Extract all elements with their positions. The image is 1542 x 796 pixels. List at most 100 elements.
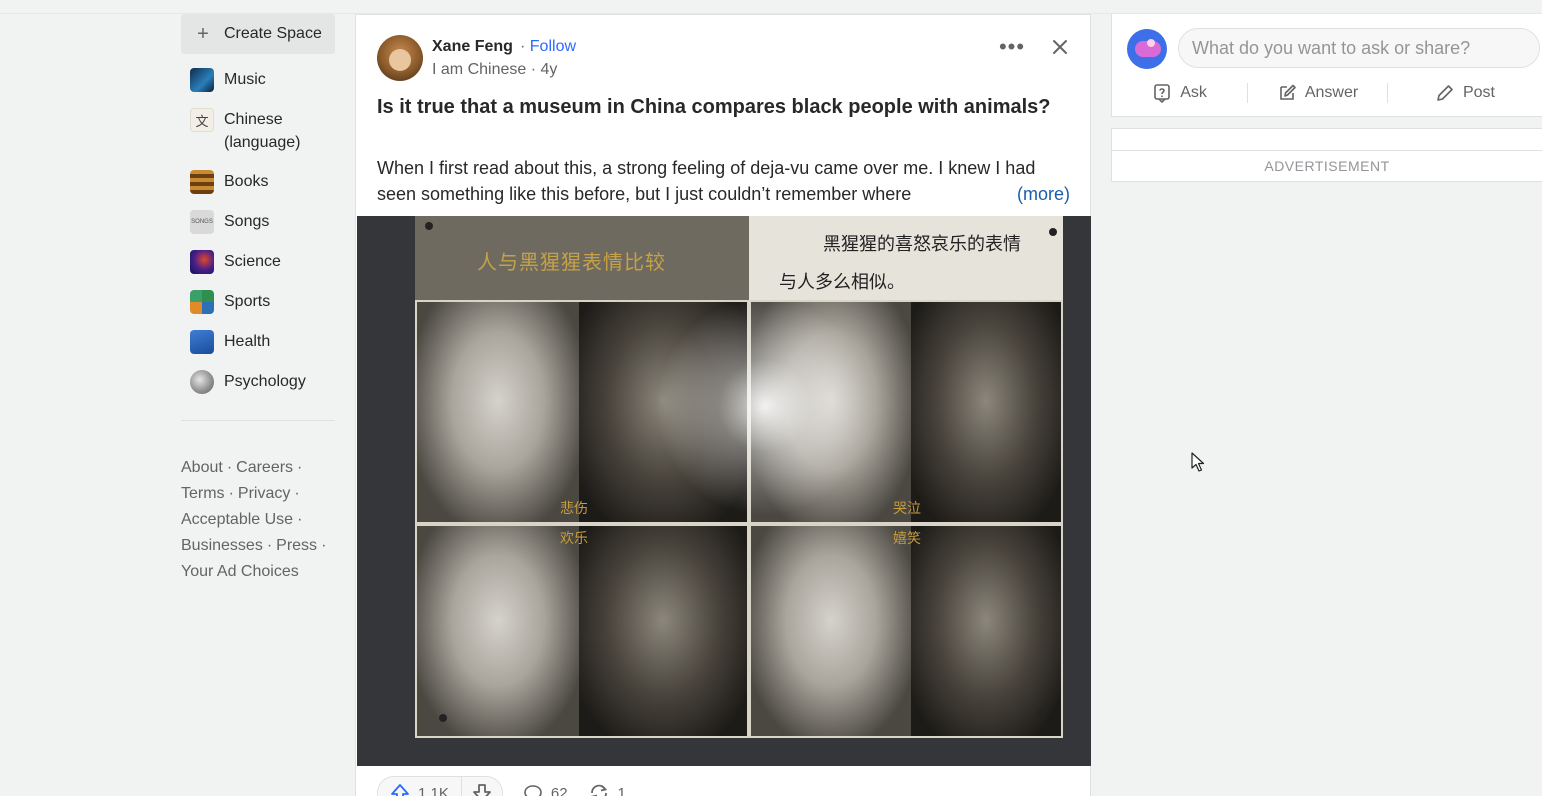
health-topic-icon: [190, 330, 214, 354]
answer-button[interactable]: Answer: [1248, 83, 1387, 103]
post-card: Xane Feng · Follow I am Chinese · 4y •••…: [355, 14, 1091, 796]
footer-acceptable-use-link[interactable]: Acceptable Use: [181, 511, 293, 528]
plus-icon: +: [197, 22, 209, 45]
follow-button[interactable]: Follow: [530, 38, 576, 55]
user-avatar[interactable]: [1127, 29, 1167, 69]
author-avatar[interactable]: [377, 35, 423, 81]
close-icon: [1053, 40, 1067, 54]
image-header-right: 黑猩猩的喜怒哀乐的表情 与人多么相似。: [749, 216, 1063, 300]
psychology-topic-icon: [190, 370, 214, 394]
ask-label: Ask: [1180, 84, 1207, 101]
image-header-right-line1: 黑猩猩的喜怒哀乐的表情: [823, 234, 1021, 255]
footer-privacy-link[interactable]: Privacy: [238, 485, 290, 502]
ask-share-input[interactable]: [1178, 28, 1540, 68]
edit-square-icon: [1280, 84, 1296, 100]
pencil-icon: [1437, 85, 1453, 101]
footer-careers-link[interactable]: Careers: [236, 459, 293, 476]
sidebar-item-songs[interactable]: SONGS Songs: [181, 202, 335, 242]
footer-separator: ·: [297, 511, 303, 528]
books-topic-icon: [190, 170, 214, 194]
follow-separator: ·: [520, 38, 526, 55]
sidebar-item-health[interactable]: Health: [181, 322, 335, 362]
comment-icon: [524, 785, 542, 796]
image-tag-3: 欢乐: [560, 531, 588, 547]
post-button[interactable]: Post: [1388, 83, 1542, 103]
post-actions: 1.1K 62 1: [377, 775, 626, 796]
downvote-button[interactable]: [462, 777, 502, 796]
music-topic-icon: [190, 68, 214, 92]
post-label: Post: [1462, 84, 1495, 101]
top-bar-edge: [0, 0, 1542, 14]
sidebar-item-label: Songs: [224, 213, 270, 230]
more-link[interactable]: (more): [1013, 181, 1070, 207]
dismiss-post-button[interactable]: [1046, 35, 1074, 59]
mouse-cursor-icon: [1191, 452, 1205, 472]
child-photo-1: [417, 302, 579, 522]
sidebar-item-label: Health: [224, 333, 271, 350]
sidebar-item-science[interactable]: Science: [181, 242, 335, 282]
board-screw: [425, 222, 433, 230]
upvote-count: 1.1K: [418, 784, 449, 796]
chimp-photo-3: [579, 526, 747, 736]
comments-button[interactable]: 62: [523, 783, 568, 796]
child-photo-4: [751, 526, 911, 736]
museum-display-board: 人与黑猩猩表情比较 黑猩猩的喜怒哀乐的表情 与人多么相似。 悲伤 哭泣 欢乐 嬉…: [415, 216, 1063, 738]
sidebar-item-label: Books: [224, 173, 269, 190]
footer-businesses-link[interactable]: Businesses: [181, 537, 263, 554]
sidebar-item-chinese-language[interactable]: 文 Chinese (language): [181, 100, 335, 162]
ask-share-box: Ask Answer Post: [1111, 14, 1542, 117]
sidebar-item-music[interactable]: Music: [181, 60, 335, 100]
footer-ad-choices-link[interactable]: Your Ad Choices: [181, 563, 299, 580]
image-header-left: 人与黑猩猩表情比较: [415, 216, 749, 300]
share-button[interactable]: 1: [588, 783, 626, 796]
science-topic-icon: [190, 250, 214, 274]
post-image[interactable]: 人与黑猩猩表情比较 黑猩猩的喜怒哀乐的表情 与人多么相似。 悲伤 哭泣 欢乐 嬉…: [357, 216, 1091, 766]
create-space-label: Create Space: [224, 25, 322, 42]
footer-about-link[interactable]: About: [181, 459, 223, 476]
ad-top-band: [1112, 129, 1542, 151]
sidebar-item-label: Sports: [224, 293, 271, 310]
follow-group: · Follow: [520, 38, 576, 56]
sidebar-item-label: Music: [224, 71, 266, 88]
footer-separator: ·: [228, 485, 234, 502]
sidebar-divider: [181, 420, 335, 421]
share-count: 1: [617, 784, 626, 796]
sidebar-item-label: Science: [224, 253, 281, 270]
image-header-left-text: 人与黑猩猩表情比较: [477, 250, 666, 274]
sidebar-item-label: Chinese (language): [224, 111, 301, 151]
create-space-button[interactable]: + Create Space: [181, 14, 335, 54]
sidebar-item-sports[interactable]: Sports: [181, 282, 335, 322]
author-name[interactable]: Xane Feng: [432, 38, 513, 56]
image-header-right-line2: 与人多么相似。: [779, 272, 905, 293]
upvote-button[interactable]: 1.1K: [378, 777, 462, 796]
advertisement-box: ADVERTISEMENT: [1111, 128, 1542, 182]
footer-press-link[interactable]: Press: [276, 537, 317, 554]
board-screw: [1049, 228, 1057, 236]
footer-separator: ·: [297, 459, 303, 476]
answer-excerpt[interactable]: When I first read about this, a strong f…: [377, 155, 1072, 207]
answer-excerpt-text: When I first read about this, a strong f…: [377, 158, 1036, 204]
downvote-arrow-icon: [472, 784, 491, 796]
more-options-button[interactable]: •••: [996, 34, 1028, 59]
chinese-language-topic-icon: 文: [190, 108, 214, 132]
board-screw: [1037, 710, 1045, 718]
chimp-photo-4: [911, 526, 1061, 736]
question-title[interactable]: Is it true that a museum in China compar…: [377, 93, 1067, 121]
sidebar-item-books[interactable]: Books: [181, 162, 335, 202]
ask-button[interactable]: Ask: [1112, 83, 1247, 103]
image-tag-4: 嬉笑: [893, 531, 921, 547]
answer-label: Answer: [1304, 84, 1359, 101]
more-dots-icon: •••: [998, 34, 1026, 59]
footer-separator: ·: [321, 537, 327, 554]
board-screw: [439, 714, 447, 722]
footer-terms-link[interactable]: Terms: [181, 485, 225, 502]
share-icon: [590, 784, 607, 796]
upvote-arrow-icon: [391, 784, 409, 796]
songs-topic-icon: SONGS: [190, 210, 214, 234]
comment-count: 62: [550, 784, 568, 796]
chimp-photo-2: [911, 302, 1061, 522]
footer-separator: ·: [294, 485, 300, 502]
sidebar-item-psychology[interactable]: Psychology: [181, 362, 335, 402]
ask-actions: Ask Answer Post: [1112, 78, 1542, 108]
footer-separator: ·: [226, 459, 233, 476]
